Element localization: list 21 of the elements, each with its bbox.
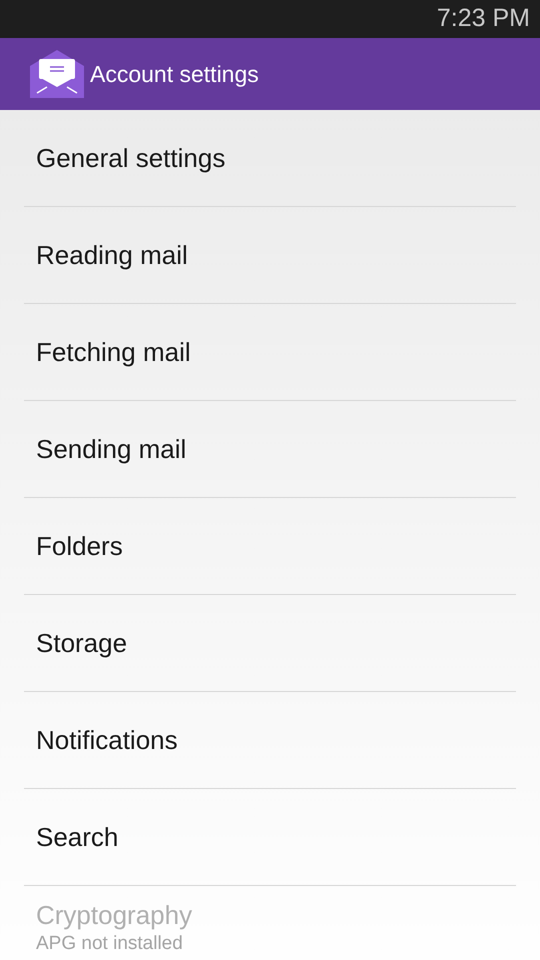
item-title: Storage	[36, 627, 128, 659]
envelope-icon[interactable]	[30, 50, 84, 98]
item-title: General settings	[36, 142, 226, 174]
item-title: Reading mail	[36, 239, 189, 271]
settings-item[interactable]: Fetching mail	[24, 304, 516, 401]
clock: 7:23 PM	[436, 3, 530, 34]
item-title: Sending mail	[36, 433, 188, 465]
settings-item[interactable]: Search	[24, 789, 516, 886]
settings-item[interactable]: Notifications	[24, 692, 516, 789]
item-title: Notifications	[36, 724, 179, 756]
item-title: Fetching mail	[36, 336, 192, 368]
item-summary: APG not installed	[36, 932, 184, 956]
screen-title: Account settings	[90, 60, 259, 89]
settings-item[interactable]: General settings	[24, 110, 516, 207]
settings-item[interactable]: Folders	[24, 498, 516, 595]
item-title: Search	[36, 821, 120, 853]
settings-item[interactable]: Reading mail	[24, 207, 516, 304]
settings-item[interactable]: Storage	[24, 595, 516, 692]
item-title: Cryptography	[36, 898, 194, 930]
item-title: Folders	[36, 530, 124, 562]
settings-item[interactable]: Sending mail	[24, 401, 516, 498]
